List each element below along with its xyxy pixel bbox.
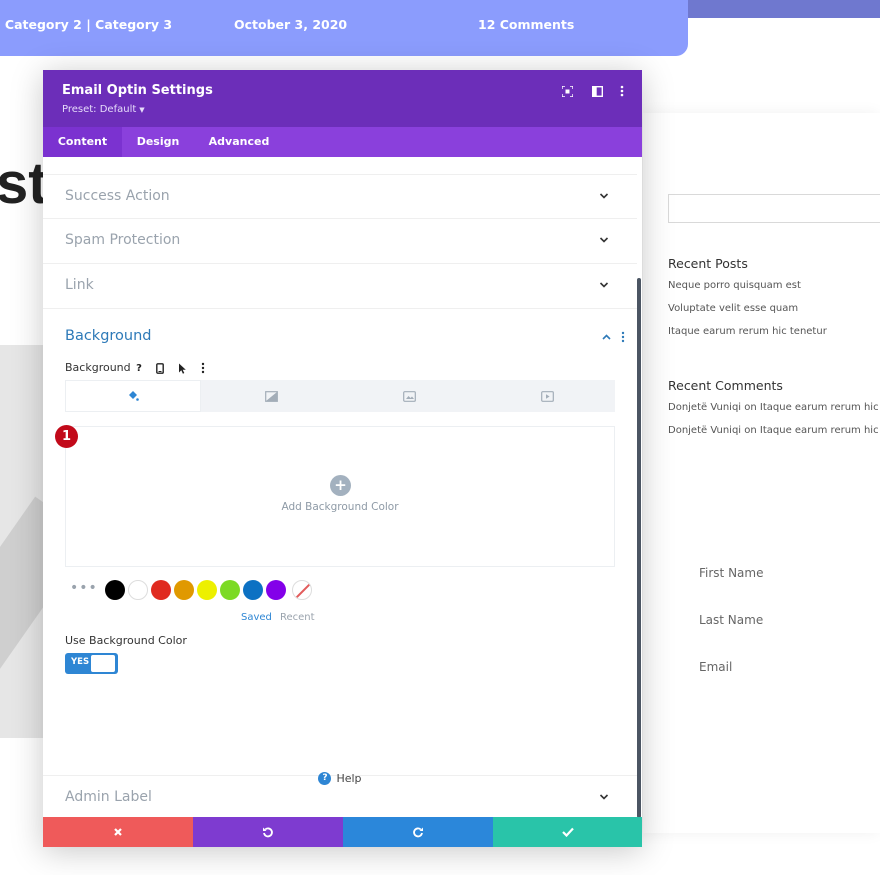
undo-icon (262, 826, 274, 838)
toggle-label: Success Action (65, 188, 170, 204)
use-background-color-label: Use Background Color (65, 634, 187, 647)
background-field-label: Background (65, 361, 131, 374)
email-optin-settings-modal: Email Optin Settings Preset: Default▼ Co… (43, 70, 642, 847)
toggle-spam-protection[interactable]: Spam Protection (43, 219, 637, 264)
chevron-down-icon (599, 235, 609, 245)
sidebar-layout-icon[interactable] (590, 84, 604, 98)
redo-button[interactable] (343, 817, 493, 847)
more-vertical-icon[interactable] (615, 84, 629, 98)
add-background-color-area[interactable]: + Add Background Color (65, 426, 615, 567)
post-title-fragment: st (0, 150, 48, 217)
more-horizontal-icon[interactable]: ••• (70, 580, 98, 596)
add-background-color-label: Add Background Color (66, 501, 614, 513)
preset-label: Preset: Default (62, 104, 136, 115)
scrollbar[interactable] (637, 278, 641, 818)
tab-content[interactable]: Content (43, 127, 122, 157)
recent-posts-title: Recent Posts (668, 256, 748, 271)
post-comments-count[interactable]: 12 Comments (478, 17, 574, 32)
email-field[interactable]: Email (699, 660, 732, 674)
undo-button[interactable] (193, 817, 343, 847)
video-icon (541, 391, 554, 402)
modal-header[interactable]: Email Optin Settings Preset: Default▼ (43, 70, 642, 127)
chevron-down-icon: ▼ (139, 106, 144, 114)
recent-comment-link[interactable]: Donjetë Vuniqi on Itaque earum rerum hic… (668, 425, 880, 436)
clear-color-swatch[interactable] (292, 580, 312, 600)
more-vertical-icon[interactable] (621, 331, 625, 345)
color-swatch[interactable] (220, 580, 240, 600)
recent-post-link[interactable]: Itaque earum rerum hic tenetur (668, 326, 827, 337)
recent-comments-title: Recent Comments (668, 378, 783, 393)
color-swatch[interactable] (128, 580, 148, 600)
toggle-label: Spam Protection (65, 232, 180, 248)
toggle-label: Admin Label (65, 789, 152, 805)
preset-dropdown[interactable]: Preset: Default▼ (62, 104, 145, 115)
color-swatch[interactable] (197, 580, 217, 600)
color-swatch[interactable] (105, 580, 125, 600)
chevron-up-icon[interactable] (601, 332, 612, 342)
modal-body: Success Action Spam Protection Link Back… (43, 157, 642, 817)
paint-bucket-icon (127, 390, 139, 402)
chevron-down-icon (599, 191, 609, 201)
sidebar-search-input[interactable] (668, 194, 880, 223)
color-swatch[interactable] (243, 580, 263, 600)
toggle-state-text: YES (71, 657, 89, 667)
tab-background-image[interactable] (341, 380, 477, 412)
first-name-field[interactable]: First Name (699, 566, 763, 580)
tab-recent-colors[interactable]: Recent (280, 612, 315, 623)
image-icon (403, 391, 416, 402)
recent-comment-link[interactable]: Donjetë Vuniqi on Itaque earum rerum hic… (668, 402, 880, 413)
check-icon (562, 827, 574, 837)
recent-post-link[interactable]: Neque porro quisquam est (668, 280, 801, 291)
help-icon[interactable]: ? (132, 361, 146, 375)
plus-icon[interactable]: + (330, 475, 351, 496)
tab-saved-colors[interactable]: Saved (241, 612, 272, 623)
recent-post-link[interactable]: Voluptate velit esse quam (668, 303, 798, 314)
toggle-link[interactable]: Link (43, 264, 637, 309)
settings-tabs: Content Design Advanced (43, 127, 642, 157)
last-name-field[interactable]: Last Name (699, 613, 763, 627)
post-categories[interactable]: | Category 2 | Category 3 (0, 17, 172, 32)
toggle-success-action[interactable]: Success Action (43, 174, 637, 219)
tab-background-color[interactable] (65, 380, 201, 412)
color-swatch[interactable] (174, 580, 194, 600)
focus-icon[interactable] (560, 84, 574, 98)
tab-design[interactable]: Design (122, 127, 194, 157)
modal-footer (43, 817, 642, 847)
tab-background-video[interactable] (479, 380, 615, 412)
toggle-background-title[interactable]: Background (65, 328, 152, 344)
help-label: Help (336, 772, 361, 785)
save-button[interactable] (493, 817, 642, 847)
chevron-down-icon (599, 280, 609, 290)
tab-background-gradient[interactable] (203, 380, 339, 412)
chevron-down-icon (599, 792, 609, 802)
color-swatch[interactable] (151, 580, 171, 600)
more-icon[interactable] (196, 361, 210, 375)
redo-icon (412, 826, 424, 838)
post-date: October 3, 2020 (234, 17, 347, 32)
close-icon (113, 827, 123, 837)
help-icon: ? (318, 772, 331, 785)
toggle-label: Link (65, 277, 94, 293)
gradient-icon (265, 391, 278, 402)
color-swatch[interactable] (266, 580, 286, 600)
featured-image-placeholder (0, 345, 45, 738)
cursor-icon[interactable] (175, 361, 189, 375)
use-background-color-toggle[interactable]: YES (65, 653, 118, 674)
background-type-tabs (65, 380, 615, 412)
toggle-knob (91, 655, 115, 672)
step-number-badge: 1 (55, 425, 78, 448)
modal-title: Email Optin Settings (62, 83, 213, 98)
mobile-icon[interactable] (153, 361, 167, 375)
help-link[interactable]: ? Help (43, 772, 637, 785)
tab-advanced[interactable]: Advanced (194, 127, 284, 157)
discard-button[interactable] (43, 817, 193, 847)
header-strip (688, 0, 880, 18)
